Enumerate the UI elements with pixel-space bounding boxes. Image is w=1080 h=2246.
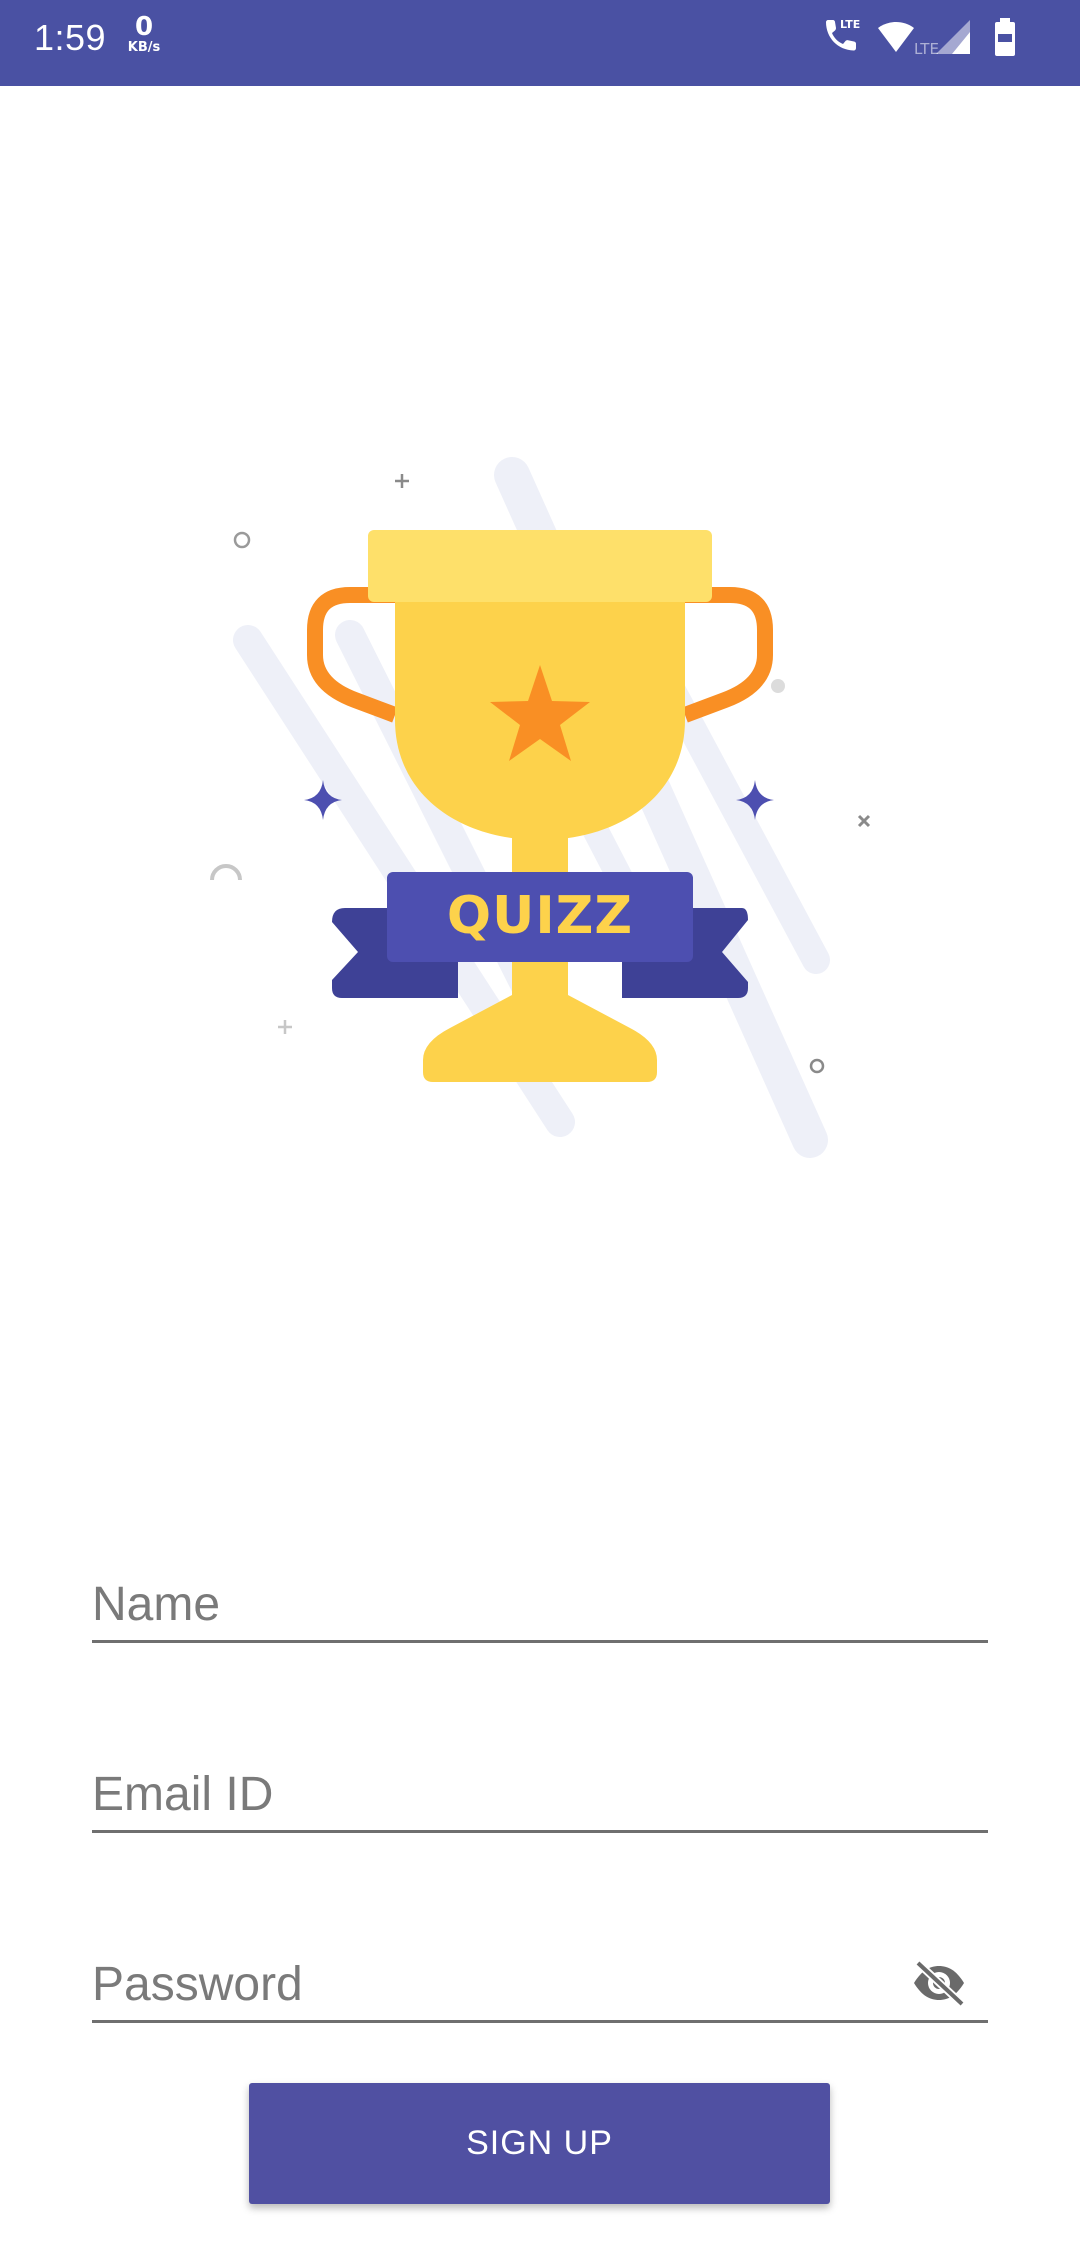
trophy-rim bbox=[368, 530, 712, 602]
trophy-graphic: QUIZZ bbox=[210, 457, 871, 1158]
name-field bbox=[92, 1565, 988, 1643]
quizz-badge-text: QUIZZ bbox=[447, 886, 633, 946]
network-speed: 0 KB/s bbox=[124, 14, 164, 56]
password-field bbox=[92, 1945, 988, 2023]
signal-lte-label: LTE bbox=[914, 40, 939, 58]
password-visibility-toggle[interactable] bbox=[910, 1958, 968, 2008]
wifi-icon bbox=[878, 22, 914, 52]
volte-call-icon: LTE bbox=[826, 18, 860, 51]
status-icons: LTE LTE bbox=[820, 16, 1050, 68]
trophy-base bbox=[423, 995, 657, 1082]
network-speed-value: 0 bbox=[134, 12, 154, 42]
volte-lte-label: LTE bbox=[840, 18, 860, 31]
status-time: 1:59 bbox=[34, 17, 107, 58]
trophy-illustration: QUIZZ bbox=[190, 440, 890, 1160]
status-bar: 1:59 0 KB/s LTE LTE bbox=[0, 0, 1080, 86]
password-input[interactable] bbox=[92, 1957, 912, 2012]
sign-up-button[interactable]: SIGN UP bbox=[249, 2083, 830, 2204]
email-input[interactable] bbox=[92, 1767, 912, 1822]
name-input[interactable] bbox=[92, 1577, 912, 1632]
battery-icon bbox=[995, 18, 1015, 56]
network-speed-unit: KB/s bbox=[127, 40, 161, 55]
lte-signal-icon: LTE bbox=[914, 20, 970, 58]
email-field bbox=[92, 1755, 988, 1833]
eye-off-icon bbox=[914, 1960, 965, 2007]
